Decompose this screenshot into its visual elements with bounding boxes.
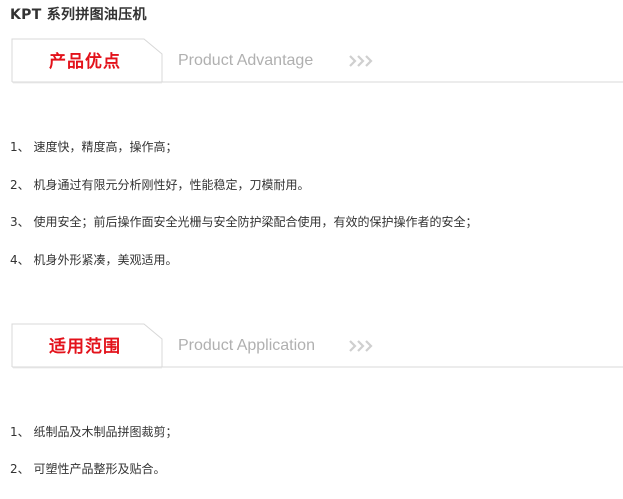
list-item: 2、 机身通过有限元分析刚性好，性能稳定，刀模耐用。 bbox=[10, 178, 310, 192]
section-header-application: 适用范围 Product Application bbox=[0, 323, 623, 369]
section-title-cn: 产品优点 bbox=[49, 52, 121, 72]
list-item: 1、 速度快，精度高，操作高； bbox=[10, 140, 178, 154]
list-item: 2、 可塑性产品整形及贴合。 bbox=[10, 462, 166, 476]
section-header-advantage: 产品优点 Product Advantage bbox=[0, 38, 623, 84]
list-item: 4、 机身外形紧凑，美观适用。 bbox=[10, 253, 178, 267]
section-title-cn: 适用范围 bbox=[49, 337, 121, 357]
list-item: 3、 使用安全；前后操作面安全光栅与安全防护梁配合使用，有效的保护操作者的安全； bbox=[10, 215, 478, 229]
triple-chevron-right-icon bbox=[349, 340, 373, 352]
triple-chevron-right-icon bbox=[349, 55, 373, 67]
page-title: KPT 系列拼图油压机 bbox=[10, 7, 147, 23]
section-title-en: Product Advantage bbox=[178, 52, 314, 69]
section-title-en: Product Application bbox=[178, 337, 315, 354]
list-item: 1、 纸制品及木制品拼图裁剪； bbox=[10, 425, 178, 439]
